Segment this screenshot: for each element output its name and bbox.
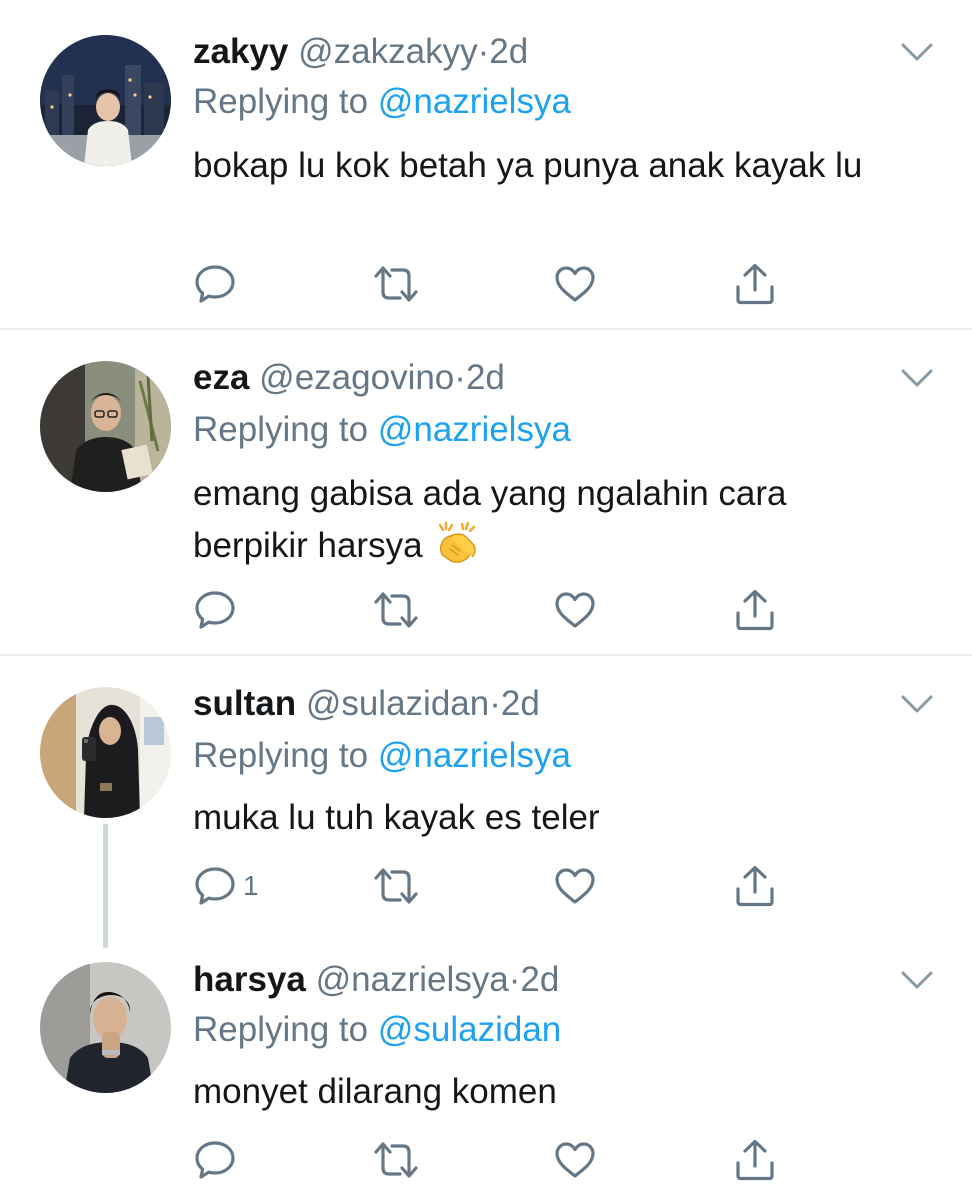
chevron-down-icon[interactable]: [900, 968, 934, 992]
timestamp[interactable]: 2d: [501, 684, 540, 723]
reply-button[interactable]: [193, 588, 243, 632]
heart-icon: [553, 864, 597, 908]
share-icon: [733, 262, 777, 306]
reply-icon: [193, 864, 237, 908]
separator-dot: ·: [477, 32, 490, 71]
reply-button[interactable]: [193, 262, 243, 306]
replying-to: Replying to @sulazidan: [193, 1010, 561, 1050]
tweet-header: eza @ezagovino·2d: [193, 358, 505, 398]
share-icon: [733, 1138, 777, 1182]
heart-icon: [553, 1138, 597, 1182]
separator-dot: ·: [508, 960, 521, 999]
share-icon: [733, 864, 777, 908]
reply-icon: [193, 1138, 237, 1182]
retweet-icon: [372, 262, 420, 306]
reply-count: 1: [243, 870, 259, 901]
share-button[interactable]: [733, 588, 777, 632]
tweet-actions: [193, 588, 813, 632]
timestamp[interactable]: 2d: [520, 960, 559, 999]
chevron-down-icon[interactable]: [900, 366, 934, 390]
avatar-glasses-portrait-icon: [40, 361, 171, 492]
avatar-city-night-icon: [40, 35, 171, 166]
tweet-sultan[interactable]: sultan @sulazidan·2d Replying to @nazrie…: [0, 656, 972, 948]
tweet-text: muka lu tuh kayak es teler: [193, 798, 600, 837]
like-button[interactable]: [553, 588, 597, 632]
retweet-button[interactable]: [372, 1138, 420, 1182]
replying-to-label: Replying to: [193, 1010, 378, 1049]
replying-to-label: Replying to: [193, 410, 378, 449]
chevron-down-icon[interactable]: [900, 40, 934, 64]
replying-to-label: Replying to: [193, 736, 378, 775]
timestamp[interactable]: 2d: [489, 32, 528, 71]
like-button[interactable]: [553, 864, 597, 908]
user-handle[interactable]: @ezagovino: [259, 358, 454, 397]
mention-link[interactable]: @nazrielsya: [378, 82, 571, 121]
share-icon: [733, 588, 777, 632]
tweet-zakyy[interactable]: zakyy @zakzakyy·2d Replying to @nazriels…: [0, 0, 972, 330]
replying-to: Replying to @nazrielsya: [193, 410, 571, 450]
tweet-text: bokap lu kok betah ya punya anak kayak l…: [193, 146, 863, 185]
avatar-mirror-selfie-icon: [40, 687, 171, 818]
retweet-icon: [372, 588, 420, 632]
timestamp[interactable]: 2d: [466, 358, 505, 397]
separator-dot: ·: [489, 684, 501, 723]
mention-link[interactable]: @nazrielsya: [378, 410, 571, 449]
mention-link[interactable]: @nazrielsya: [378, 736, 571, 775]
retweet-button[interactable]: [372, 262, 420, 306]
reply-button[interactable]: 1: [193, 864, 259, 908]
tweet-header: sultan @sulazidan·2d: [193, 684, 540, 724]
retweet-icon: [372, 864, 420, 908]
avatar[interactable]: [40, 962, 171, 1093]
user-handle[interactable]: @sulazidan: [306, 684, 489, 723]
replying-to-label: Replying to: [193, 82, 378, 121]
tweet-text: monyet dilarang komen: [193, 1072, 557, 1111]
share-button[interactable]: [733, 262, 777, 306]
heart-icon: [553, 262, 597, 306]
tweet-actions: [193, 1138, 813, 1182]
heart-icon: [553, 588, 597, 632]
share-button[interactable]: [733, 864, 777, 908]
tweet-header: harsya @nazrielsya·2d: [193, 960, 559, 1000]
user-name[interactable]: sultan: [193, 684, 296, 723]
tweet-actions: 1: [193, 864, 813, 908]
reply-icon: [193, 588, 237, 632]
user-name[interactable]: harsya: [193, 960, 306, 999]
reply-icon: [193, 262, 237, 306]
retweet-icon: [372, 1138, 420, 1182]
user-handle[interactable]: @nazrielsya: [316, 960, 509, 999]
tweet-eza[interactable]: eza @ezagovino·2d Replying to @nazrielsy…: [0, 330, 972, 656]
avatar-dark-portrait-icon: [40, 962, 171, 1093]
like-button[interactable]: [553, 262, 597, 306]
tweet-actions: [193, 262, 813, 306]
retweet-button[interactable]: [372, 864, 420, 908]
tweet-text: emang gabisa ada yang ngalahin cara berp…: [193, 468, 893, 572]
tweet-text-content: emang gabisa ada yang ngalahin cara berp…: [193, 474, 787, 565]
tweet-header: zakyy @zakzakyy·2d: [193, 32, 528, 72]
separator-dot: ·: [454, 358, 466, 397]
replying-to: Replying to @nazrielsya: [193, 82, 571, 122]
user-name[interactable]: zakyy: [193, 32, 288, 71]
user-name[interactable]: eza: [193, 358, 249, 397]
replying-to: Replying to @nazrielsya: [193, 736, 571, 776]
tweet-harsya[interactable]: harsya @nazrielsya·2d Replying to @sulaz…: [0, 930, 972, 1200]
chevron-down-icon[interactable]: [900, 692, 934, 716]
retweet-button[interactable]: [372, 588, 420, 632]
avatar[interactable]: [40, 687, 171, 818]
like-button[interactable]: [553, 1138, 597, 1182]
user-handle[interactable]: @zakzakyy: [298, 32, 477, 71]
clapping-hands-emoji-icon: [439, 521, 476, 563]
reply-button[interactable]: [193, 1138, 243, 1182]
share-button[interactable]: [733, 1138, 777, 1182]
avatar[interactable]: [40, 361, 171, 492]
avatar[interactable]: [40, 35, 171, 166]
mention-link[interactable]: @sulazidan: [378, 1010, 561, 1049]
